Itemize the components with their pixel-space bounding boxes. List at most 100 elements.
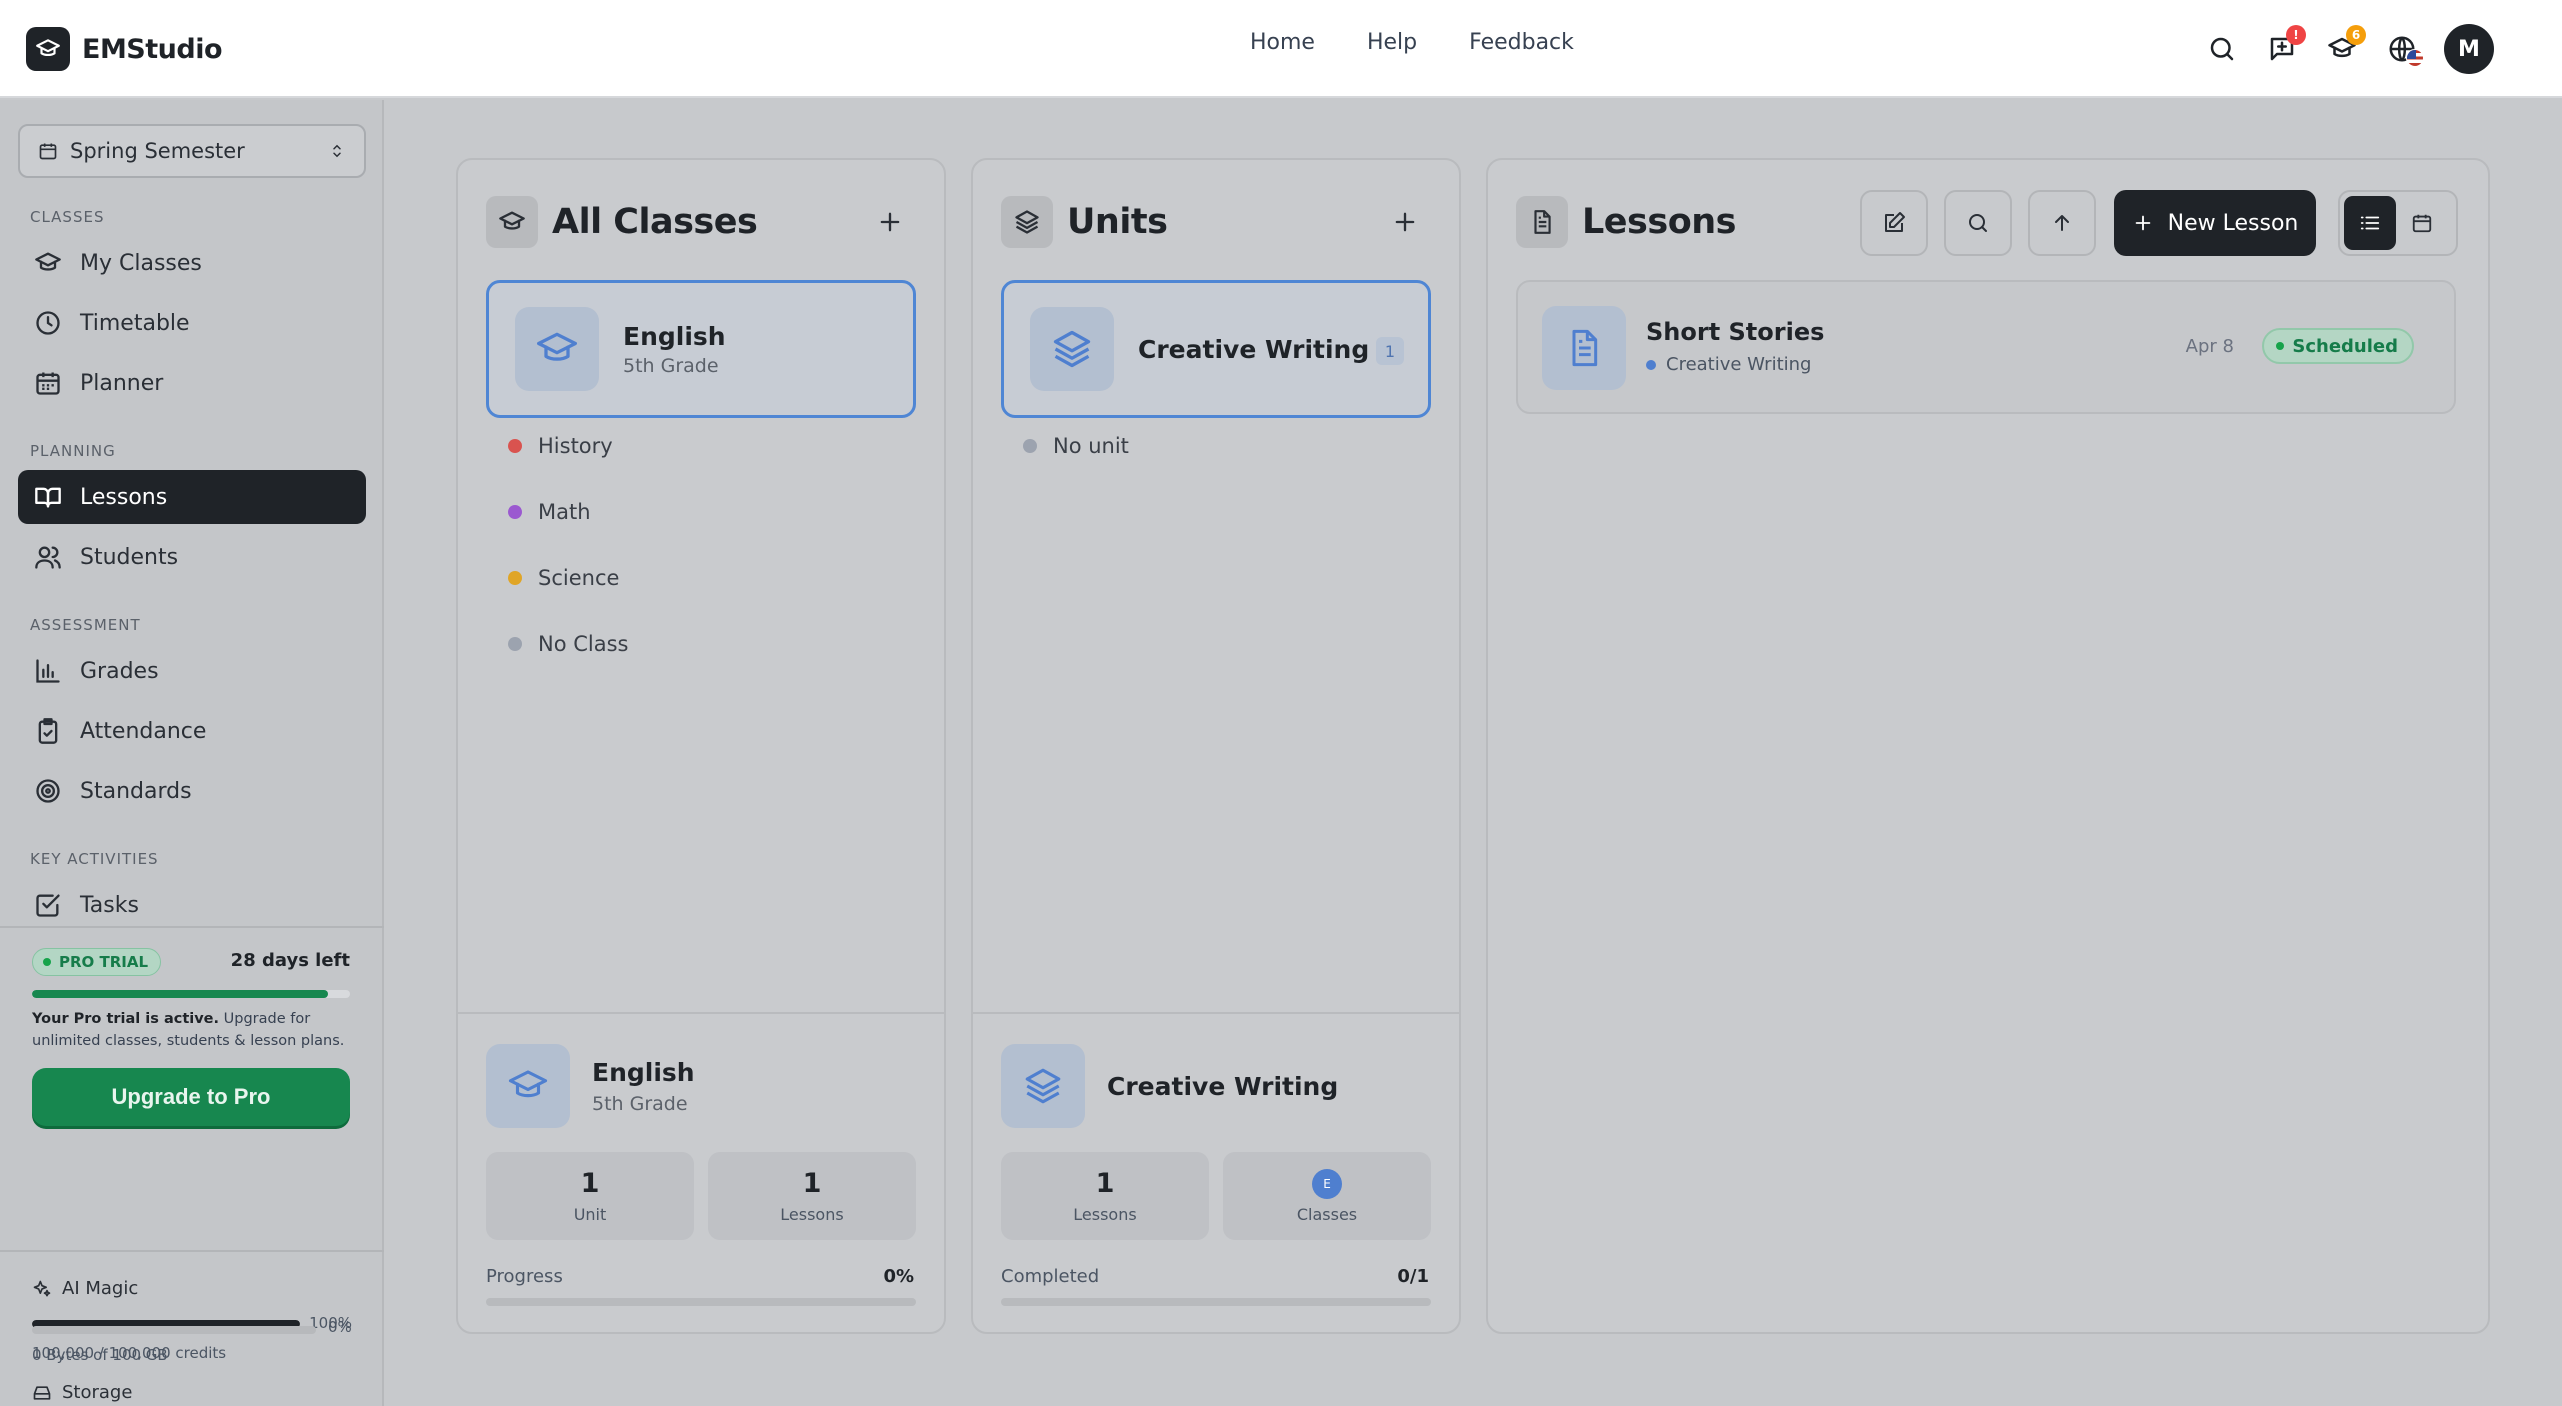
stat-label: Lessons — [780, 1205, 844, 1224]
chevron-up-down-icon — [333, 144, 341, 158]
color-dot — [1023, 439, 1037, 453]
top-bar: EMStudio Home Help Feedback ! 6 M — [0, 0, 2562, 98]
classes-button[interactable]: 6 — [2322, 25, 2366, 73]
class-summary-header: English 5th Grade — [486, 1044, 695, 1128]
search-icon — [2210, 37, 2234, 61]
sidebar: Spring Semester CLASSES My Classes Timet… — [0, 100, 384, 1406]
document-icon — [1516, 196, 1568, 248]
sidebar-item-students[interactable]: Students — [18, 530, 366, 584]
class-list-item[interactable]: History — [508, 434, 613, 458]
nav-home-link[interactable]: Home — [1250, 30, 1315, 55]
top-icons: ! 6 M — [2182, 24, 2494, 74]
add-unit-button[interactable] — [1383, 200, 1427, 244]
class-list-item[interactable]: No Class — [508, 632, 628, 656]
graduation-cap-icon — [486, 1044, 570, 1128]
app-name: EMStudio — [82, 33, 223, 65]
semester-label: Spring Semester — [70, 139, 245, 163]
new-lesson-button[interactable]: New Lesson — [2114, 190, 2316, 256]
section-label-classes: CLASSES — [30, 208, 105, 226]
unit-summary-header: Creative Writing — [1001, 1044, 1338, 1128]
plus-icon — [880, 212, 900, 232]
nav-help-link[interactable]: Help — [1367, 30, 1417, 55]
semester-select[interactable]: Spring Semester — [18, 124, 366, 178]
sidebar-item-lessons[interactable]: Lessons — [18, 470, 366, 524]
graduation-cap-logo-icon — [26, 27, 70, 71]
stat-label: Unit — [573, 1205, 607, 1224]
sidebar-item-standards[interactable]: Standards — [18, 764, 366, 818]
completed-label: Completed — [1001, 1266, 1100, 1287]
graduation-cap-icon — [32, 247, 64, 279]
document-icon — [1542, 306, 1626, 390]
sidebar-item-label: My Classes — [80, 250, 202, 276]
trial-description-bold: Your Pro trial is active. — [32, 1011, 220, 1027]
class-initial-badge: E — [1312, 1168, 1342, 1199]
graduation-cap-icon — [486, 196, 538, 248]
sidebar-item-attendance[interactable]: Attendance — [18, 704, 366, 758]
storage-percent: 0% — [328, 1318, 352, 1336]
edit-icon — [1885, 212, 1905, 232]
all-classes-panel: All Classes English 5th Grade History Mat… — [456, 158, 946, 1334]
list-view-button[interactable] — [2344, 196, 2396, 250]
lesson-unit: Creative Writing — [1646, 354, 1811, 375]
sidebar-item-my-classes[interactable]: My Classes — [18, 236, 366, 290]
stat-label: Lessons — [1073, 1205, 1137, 1224]
sidebar-item-grades[interactable]: Grades — [18, 644, 366, 698]
class-list-item[interactable]: Science — [508, 566, 619, 590]
layers-icon — [1030, 307, 1114, 391]
stat-lessons: 1 Lessons — [708, 1152, 916, 1240]
units-header: Units — [1001, 196, 1168, 248]
stat-label: Classes — [1296, 1204, 1358, 1224]
nav-feedback-link[interactable]: Feedback — [1469, 30, 1574, 55]
sidebar-item-label: Planner — [80, 370, 164, 396]
sidebar-item-planner[interactable]: Planner — [18, 356, 366, 410]
unit-list-item[interactable]: No unit — [1023, 434, 1129, 458]
storage-sub: 0 Bytes of 100 GB — [32, 1346, 168, 1364]
avatar[interactable]: M — [2444, 24, 2494, 74]
calendar-view-button[interactable] — [2396, 196, 2448, 250]
stat-value: 1 — [580, 1168, 600, 1199]
storage-label: Storage — [62, 1382, 133, 1403]
class-list-item[interactable]: Math — [508, 500, 591, 524]
clipboard-check-icon — [32, 715, 64, 747]
class-card-selected[interactable]: English 5th Grade — [486, 280, 916, 418]
bar-chart-icon — [32, 655, 64, 687]
pro-trial-badge-label: PRO TRIAL — [59, 953, 149, 971]
sidebar-item-timetable[interactable]: Timetable — [18, 296, 366, 350]
target-icon — [32, 775, 64, 807]
add-class-button[interactable] — [868, 200, 912, 244]
lesson-card[interactable]: Short Stories Creative Writing Apr 8 Sch… — [1516, 280, 2456, 414]
search-lessons-button[interactable] — [1944, 190, 2012, 256]
units-panel: Units Creative Writing 1 No unit Creativ… — [971, 158, 1461, 1334]
calendar-icon — [2412, 214, 2432, 233]
brand[interactable]: EMStudio — [26, 27, 223, 71]
all-classes-header: All Classes — [486, 196, 758, 248]
class-list-item-label: Math — [538, 500, 591, 524]
users-icon — [32, 541, 64, 573]
sidebar-item-label: Students — [80, 544, 179, 570]
edit-button[interactable] — [1860, 190, 1928, 256]
search-icon — [1969, 214, 1987, 232]
upgrade-to-pro-button[interactable]: Upgrade to Pro — [32, 1068, 350, 1126]
trial-progress-fill — [32, 990, 328, 998]
color-dot — [508, 439, 522, 453]
sidebar-item-tasks[interactable]: Tasks — [18, 878, 366, 932]
trial-progress-bar — [32, 990, 350, 998]
sparkles-icon — [32, 1279, 52, 1299]
clock-icon — [32, 307, 64, 339]
section-label-planning: PLANNING — [30, 442, 116, 460]
calendar-icon — [39, 143, 57, 160]
summary-class-name: English — [592, 1057, 695, 1087]
layers-icon — [1001, 1044, 1085, 1128]
language-button[interactable] — [2382, 25, 2424, 73]
trial-days-left: 28 days left — [230, 950, 350, 971]
sort-button[interactable] — [2028, 190, 2096, 256]
unit-card-selected[interactable]: Creative Writing 1 — [1001, 280, 1431, 418]
search-button[interactable] — [2202, 25, 2242, 73]
top-nav: Home Help Feedback — [1250, 30, 1626, 55]
unit-color-dot — [1646, 359, 1656, 370]
view-toggle — [2338, 190, 2458, 256]
lessons-title: Lessons — [1582, 202, 1737, 242]
sidebar-item-label: Timetable — [80, 310, 190, 336]
layers-icon — [1001, 196, 1053, 248]
messages-button[interactable]: ! — [2262, 25, 2306, 73]
